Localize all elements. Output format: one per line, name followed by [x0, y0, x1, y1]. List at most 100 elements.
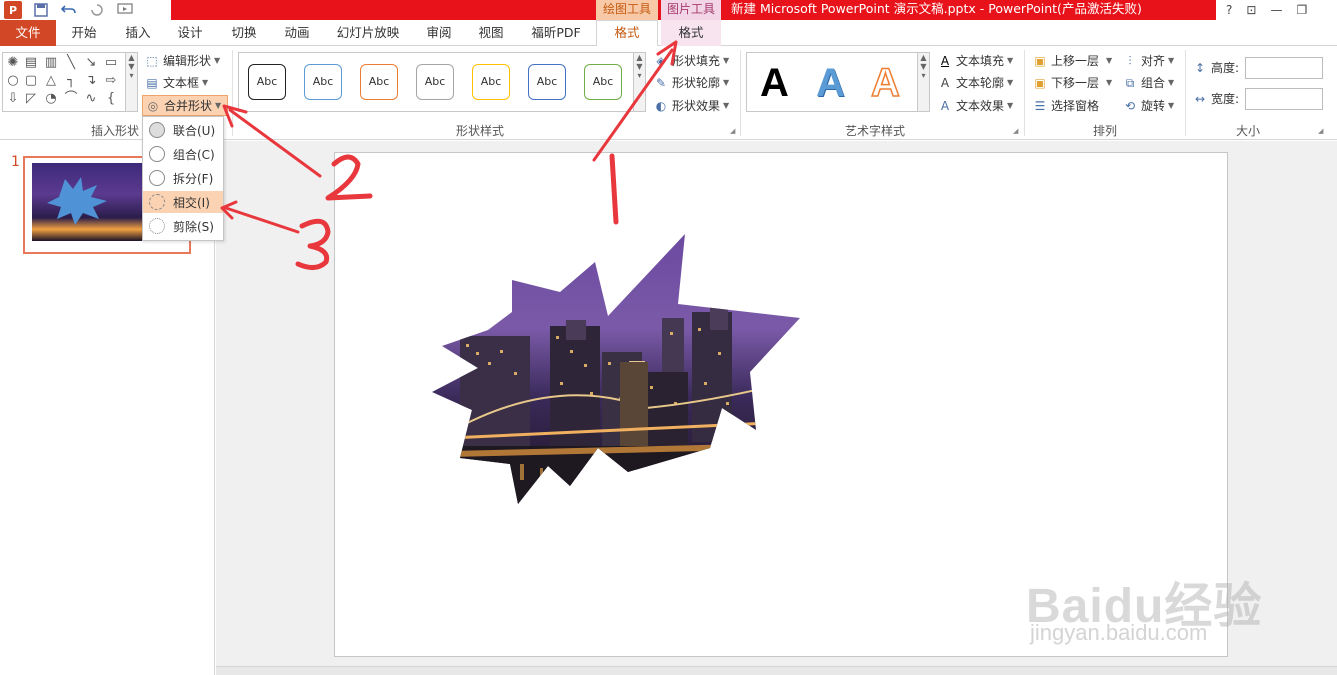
tab-animations[interactable]: 动画 [275, 20, 319, 46]
chevron-down-icon: ▼ [1106, 56, 1113, 65]
edit-shape-label: 编辑形状 [163, 54, 212, 68]
curve-shape-icon[interactable]: ◔ [43, 91, 59, 107]
elbow-arrow-shape-icon[interactable]: ↴ [83, 73, 99, 89]
text-outline-button[interactable]: A 文本轮廓 ▼ [937, 73, 1013, 93]
wordart-styles-scroll[interactable]: ▲ ▼ ▾ [917, 53, 929, 111]
present-icon[interactable] [116, 1, 134, 19]
dialog-launcher-icon[interactable]: ◢ [1318, 127, 1326, 135]
context-label-drawing-tools: 绘图工具 [596, 0, 658, 20]
shape-style-swatch-2[interactable]: Abc [304, 64, 342, 100]
undo-icon[interactable] [60, 1, 78, 19]
shapes-gallery[interactable]: ✺ ▤ ▥ ╲ ↘ ▭ ○ ▢ △ ┐ ↴ ⇨ ⇩ ◸ ◔ ⌒ ∿ { ▲ ▼ ▾ [2, 52, 138, 112]
horizontal-scrollbar[interactable] [216, 666, 1337, 675]
tab-file[interactable]: 文件 [0, 20, 56, 46]
shape-style-swatch-3[interactable]: Abc [360, 64, 398, 100]
bring-forward-button[interactable]: ▣ 上移一层 ▼ [1032, 51, 1112, 71]
menu-item-intersect[interactable]: 相交(I) [143, 191, 223, 213]
merge-shapes-icon: ◎ [147, 99, 159, 113]
merge-shapes-button[interactable]: ◎ 合并形状 ▼ [145, 96, 221, 116]
menu-item-intersect-label: 相交(I) [173, 195, 210, 210]
menu-item-union[interactable]: 联合(U) [143, 119, 223, 141]
tab-design[interactable]: 设计 [168, 20, 212, 46]
edit-shape-icon: ⬚ [146, 54, 158, 68]
text-effects-icon: A [940, 99, 950, 113]
star-shaped-city-picture[interactable] [430, 232, 806, 508]
context-label-picture-tools: 图片工具 [661, 0, 721, 20]
wordart-style-blue[interactable]: A [816, 58, 845, 108]
document-title: 新建 Microsoft PowerPoint 演示文稿.pptx - Powe… [731, 1, 1142, 16]
explosion-shape-icon[interactable]: ✺ [5, 55, 21, 71]
bring-forward-icon: ▣ [1034, 54, 1046, 68]
dialog-launcher-icon[interactable]: ◢ [1013, 127, 1021, 135]
width-label: ↔ 宽度: [1192, 89, 1239, 109]
text-fill-button[interactable]: A 文本填充 ▼ [937, 51, 1013, 71]
shape-style-swatch-7[interactable]: Abc [584, 64, 622, 100]
shape-style-swatch-1[interactable]: Abc [248, 64, 286, 100]
rounded-rect-shape-icon[interactable]: ▢ [23, 73, 39, 89]
tab-insert[interactable]: 插入 [116, 20, 160, 46]
menu-item-combine[interactable]: 组合(C) [143, 143, 223, 165]
align-button[interactable]: ⫶ 对齐 ▼ [1122, 51, 1174, 71]
selection-pane-button[interactable]: ☰ 选择窗格 [1032, 96, 1099, 116]
menu-item-union-label: 联合(U) [173, 123, 216, 138]
tab-review[interactable]: 审阅 [417, 20, 461, 46]
redo-icon[interactable] [88, 1, 106, 19]
tab-slideshow[interactable]: 幻灯片放映 [328, 20, 408, 46]
tab-format-drawing[interactable]: 格式 [596, 20, 658, 47]
shape-outline-button[interactable]: ✎ 形状轮廓 ▼ [653, 73, 729, 93]
tab-foxit-pdf[interactable]: 福昕PDF [522, 20, 590, 46]
save-icon[interactable] [32, 1, 50, 19]
send-backward-label: 下移一层 [1051, 76, 1100, 90]
curved-line-shape-icon[interactable]: ∿ [83, 91, 99, 107]
menu-item-subtract[interactable]: 剪除(S) [143, 215, 223, 237]
group-label-arrange: 排列 [1092, 124, 1117, 138]
rotate-button[interactable]: ⟲ 旋转 ▼ [1122, 96, 1174, 116]
wordart-style-black[interactable]: A [760, 58, 789, 108]
menu-item-fragment[interactable]: 拆分(F) [143, 167, 223, 189]
group-button[interactable]: ⧉ 组合 ▼ [1122, 73, 1174, 93]
tab-view[interactable]: 视图 [469, 20, 513, 46]
down-arrow-shape-icon[interactable]: ⇩ [5, 91, 21, 107]
maximize-button[interactable]: ❐ [1296, 3, 1307, 17]
tab-format-picture[interactable]: 格式 [661, 20, 721, 46]
tab-home[interactable]: 开始 [62, 20, 106, 46]
tab-transitions[interactable]: 切换 [222, 20, 266, 46]
shape-style-swatch-4[interactable]: Abc [416, 64, 454, 100]
menu-item-subtract-label: 剪除(S) [173, 219, 214, 234]
rectangle-shape-icon[interactable]: ▭ [103, 55, 119, 71]
send-backward-button[interactable]: ▣ 下移一层 ▼ [1032, 73, 1112, 93]
shapes-gallery-scroll[interactable]: ▲ ▼ ▾ [125, 53, 137, 111]
text-box-icon: ▤ [146, 76, 158, 90]
shape-fill-label: 形状填充 [672, 54, 721, 68]
group-separator [232, 50, 233, 136]
shape-styles-scroll[interactable]: ▲ ▼ ▾ [633, 53, 645, 111]
group-separator [1185, 50, 1186, 136]
text-effects-button[interactable]: A 文本效果 ▼ [937, 96, 1013, 116]
edit-shape-button[interactable]: ⬚ 编辑形状 ▼ [144, 51, 220, 71]
brace-shape-icon[interactable]: { [103, 91, 119, 107]
line-shape-icon[interactable]: ╲ [63, 55, 79, 71]
arrow-line-shape-icon[interactable]: ↘ [83, 55, 99, 71]
triangle-shape-icon[interactable]: △ [43, 73, 59, 89]
text-box-button[interactable]: ▤ 文本框 ▼ [144, 73, 208, 93]
vertical-textbox-shape-icon[interactable]: ▥ [43, 55, 59, 71]
shape-effects-button[interactable]: ◐ 形状效果 ▼ [653, 96, 729, 116]
help-button[interactable]: ? [1226, 3, 1232, 17]
width-input[interactable] [1245, 88, 1323, 110]
shape-style-swatch-5[interactable]: Abc [472, 64, 510, 100]
height-input[interactable] [1245, 57, 1323, 79]
ribbon-display-button[interactable]: ⊡ [1246, 3, 1256, 17]
elbow-connector-shape-icon[interactable]: ┐ [63, 73, 79, 89]
shape-fill-button[interactable]: ◈ 形状填充 ▼ [653, 51, 729, 71]
intersect-icon [149, 194, 165, 210]
dialog-launcher-icon[interactable]: ◢ [730, 127, 738, 135]
textbox-shape-icon[interactable]: ▤ [23, 55, 39, 71]
minimize-button[interactable]: — [1270, 3, 1282, 17]
oval-shape-icon[interactable]: ○ [5, 73, 21, 89]
wordart-style-orange-outline[interactable]: A [870, 58, 900, 108]
freeform-shape-icon[interactable]: ◸ [23, 91, 39, 107]
right-arrow-shape-icon[interactable]: ⇨ [103, 73, 119, 89]
arc-shape-icon[interactable]: ⌒ [63, 91, 79, 107]
shape-style-swatch-6[interactable]: Abc [528, 64, 566, 100]
selection-pane-label: 选择窗格 [1051, 99, 1100, 113]
